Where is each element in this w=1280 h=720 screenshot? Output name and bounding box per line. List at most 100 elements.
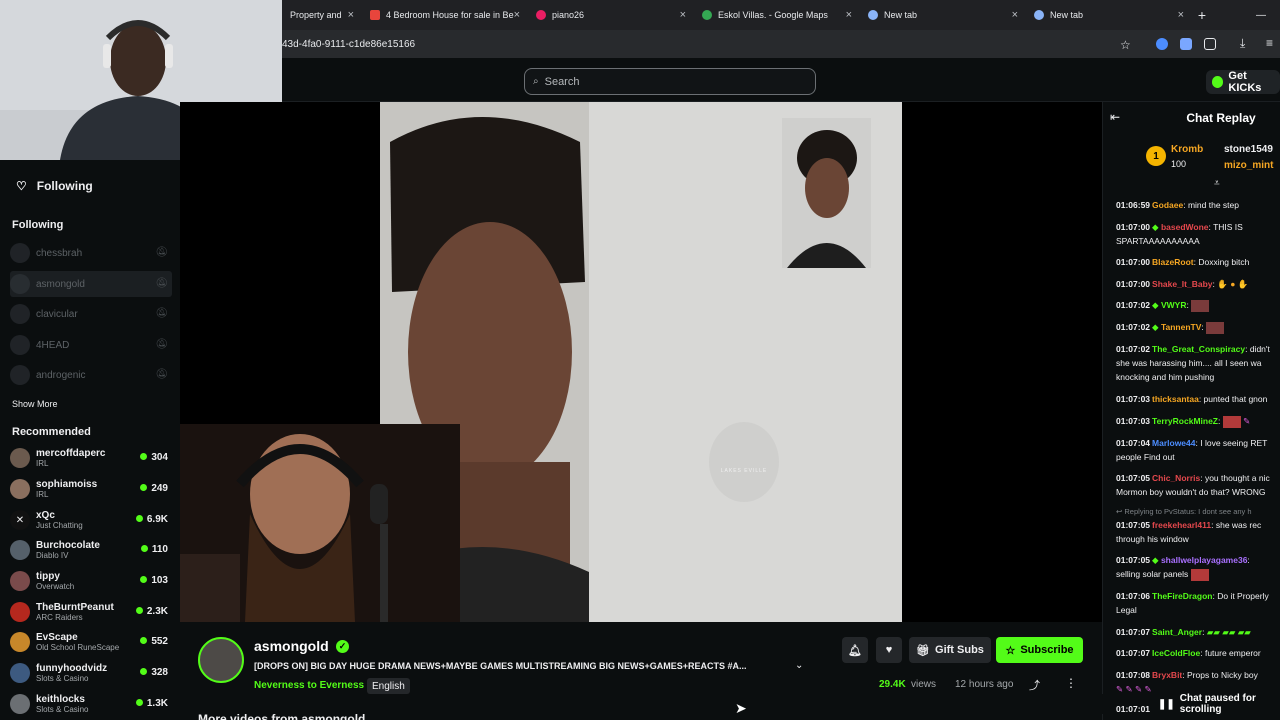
close-icon[interactable]: ×: [514, 9, 520, 21]
search-input[interactable]: ⌕ Search: [524, 68, 816, 95]
chat-time: 01:07:07: [1116, 627, 1151, 637]
sidebar-item-androgenic[interactable]: androgenic 🔕︎: [10, 362, 172, 388]
chat-username[interactable]: TerryRockMineZ: [1152, 416, 1218, 426]
chat-username[interactable]: Saint_Anger: [1152, 627, 1202, 637]
chat-username[interactable]: IceColdFloe: [1152, 648, 1200, 658]
viewer-count-value: 103: [151, 575, 168, 586]
sidebar-item-burchocolate[interactable]: Burchocolate Diablo IV 110: [10, 537, 172, 563]
avatar: [10, 448, 30, 468]
following-header[interactable]: ♡ Following: [16, 179, 93, 193]
streamer-name[interactable]: asmongold: [254, 638, 329, 654]
bell-muted-icon[interactable]: 🔕︎: [155, 339, 168, 350]
streamer-avatar[interactable]: [198, 637, 244, 683]
browser-tab[interactable]: Eskol Villas. - Google Maps ×: [694, 0, 860, 30]
chat-username[interactable]: Godaee: [1152, 200, 1183, 210]
chat-message: 01:07:00 BlazeRoot: Doxxing bitch: [1116, 257, 1250, 267]
sidebar-item-asmongold[interactable]: asmongold 🔕︎: [10, 271, 172, 297]
pinned-user[interactable]: mizo_mint: [1224, 160, 1273, 171]
close-icon[interactable]: ×: [680, 9, 686, 21]
get-kicks-button[interactable]: Get KICKs: [1206, 70, 1280, 94]
bell-muted-icon[interactable]: 🔕︎: [155, 278, 168, 289]
extension-icon[interactable]: [1180, 38, 1192, 50]
chat-username[interactable]: thicksantaa: [1152, 394, 1199, 404]
kick-coin-icon: [1212, 76, 1224, 88]
browser-tab[interactable]: New tab ×: [860, 0, 1026, 30]
share-icon[interactable]: ⤴: [1029, 677, 1040, 693]
sidebar-item-4head[interactable]: 4HEAD 🔕︎: [10, 332, 172, 358]
viewer-count-value: 328: [151, 667, 168, 678]
gift-subs-label: Gift Subs: [935, 644, 984, 656]
bookmark-star-icon[interactable]: ☆: [1120, 38, 1131, 52]
sidebar-item-tippy[interactable]: tippy Overwatch 103: [10, 568, 172, 594]
chat-username[interactable]: TannenTV: [1161, 322, 1201, 332]
browser-tab[interactable]: Property and ×: [282, 0, 362, 30]
chat-message: 01:07:07 IceColdFloe: future emperor: [1116, 648, 1261, 658]
bell-muted-icon[interactable]: 🔕︎: [155, 369, 168, 380]
more-options-icon[interactable]: ⋮: [1065, 676, 1077, 690]
notification-bell-button[interactable]: 🔔︎: [842, 637, 868, 663]
live-dot-icon: [135, 515, 143, 522]
extension-icon[interactable]: [1156, 38, 1168, 50]
sidebar-item-sophiamoiss[interactable]: sophiamoiss IRL 249: [10, 476, 172, 502]
chat-username[interactable]: BlazeRoot: [1152, 257, 1194, 267]
language-tag[interactable]: English: [367, 678, 410, 694]
category-link[interactable]: Neverness to Everness: [254, 680, 364, 691]
browser-tab[interactable]: New tab ×: [1026, 0, 1192, 30]
chat-username[interactable]: BryxBit: [1152, 670, 1182, 680]
browser-tab[interactable]: 4 Bedroom House for sale in Be ×: [362, 0, 528, 30]
chevron-down-icon[interactable]: ⌄: [795, 660, 803, 671]
chat-username[interactable]: VWYR: [1161, 300, 1187, 310]
minimize-button[interactable]: —: [1256, 10, 1266, 21]
sidebar-item-xqc[interactable]: ✕ xQc Just Chatting 6.9K: [10, 507, 172, 533]
chat-username[interactable]: Shake_It_Baby: [1152, 279, 1212, 289]
avatar: [10, 632, 30, 652]
chat-username[interactable]: basedWone: [1161, 222, 1209, 232]
chat-username[interactable]: shallwelplayagame36: [1161, 555, 1247, 565]
channel-category: IRL: [36, 489, 49, 499]
filter-icon[interactable]: ⩡: [1214, 178, 1220, 189]
chat-username[interactable]: Marlowe44: [1152, 438, 1195, 448]
sidebar-item-chessbrah[interactable]: chessbrah 🔕︎: [10, 240, 172, 266]
chat-title: Chat Replay: [1186, 111, 1256, 125]
bell-icon: 🔔︎: [848, 644, 862, 657]
close-icon[interactable]: ×: [1012, 9, 1018, 21]
extensions-puzzle-icon[interactable]: [1204, 38, 1216, 50]
show-more-link[interactable]: Show More: [12, 399, 58, 409]
close-icon[interactable]: ×: [348, 9, 354, 21]
sidebar-item-clavicular[interactable]: clavicular 🔕︎: [10, 301, 172, 327]
close-icon[interactable]: ×: [1178, 9, 1184, 21]
channel-category: Slots & Casino: [36, 704, 89, 714]
pinned-user[interactable]: stone1549: [1224, 144, 1273, 155]
tab-label: piano26: [552, 10, 585, 20]
close-icon[interactable]: ×: [846, 9, 852, 21]
download-icon[interactable]: ⤓: [1240, 36, 1245, 51]
browser-tab[interactable]: piano26 ×: [528, 0, 694, 30]
url-field[interactable]: 43d-4fa0-9111-c1de86e15166: [282, 39, 415, 50]
bell-muted-icon[interactable]: 🔕︎: [155, 247, 168, 258]
sidebar-item-keithlocks[interactable]: keithlocks Slots & Casino 1.3K: [10, 691, 172, 717]
follow-heart-button[interactable]: ♥: [876, 637, 902, 663]
sidebar-item-funnyhoodvidz[interactable]: funnyhoodvidz Slots & Casino 328: [10, 660, 172, 686]
chat-username[interactable]: TheFireDragon: [1152, 591, 1212, 601]
chat-username[interactable]: freekehearl411: [1152, 520, 1211, 530]
menu-icon[interactable]: ≡: [1266, 36, 1273, 50]
tab-label: Property and: [290, 10, 342, 20]
emote-icon: ✎: [1243, 416, 1251, 426]
avatar: [10, 694, 30, 714]
bell-muted-icon[interactable]: 🔕︎: [155, 308, 168, 319]
sidebar-item-theburntpeanut[interactable]: TheBurntPeanut ARC Raiders 2.3K: [10, 599, 172, 625]
chat-username[interactable]: Chic_Norris: [1152, 473, 1200, 483]
sidebar-item-mercoffdaperc[interactable]: mercoffdaperc IRL 304: [10, 445, 172, 471]
sidebar-item-evscape[interactable]: EvScape Old School RuneScape 552: [10, 629, 172, 655]
chat-username[interactable]: The_Great_Conspiracy: [1152, 344, 1245, 354]
pinned-user[interactable]: Kromb: [1171, 144, 1203, 155]
badge-icon: ◆: [1152, 555, 1159, 565]
reply-text: Replying to PvStatus: I dont see any h: [1124, 507, 1252, 516]
pinned-points: 100: [1171, 159, 1187, 169]
gift-subs-button[interactable]: 🎁︎ Gift Subs: [909, 637, 991, 663]
chat-message: 01:07:05 ◆ shallwelplayagame36:: [1116, 555, 1250, 565]
channel-category: IRL: [36, 458, 49, 468]
new-tab-button[interactable]: +: [1192, 7, 1212, 23]
subscribe-button[interactable]: ☆ Subscribe: [996, 637, 1083, 663]
chat-message: 01:07:02 ◆ TannenTV:: [1116, 320, 1280, 334]
